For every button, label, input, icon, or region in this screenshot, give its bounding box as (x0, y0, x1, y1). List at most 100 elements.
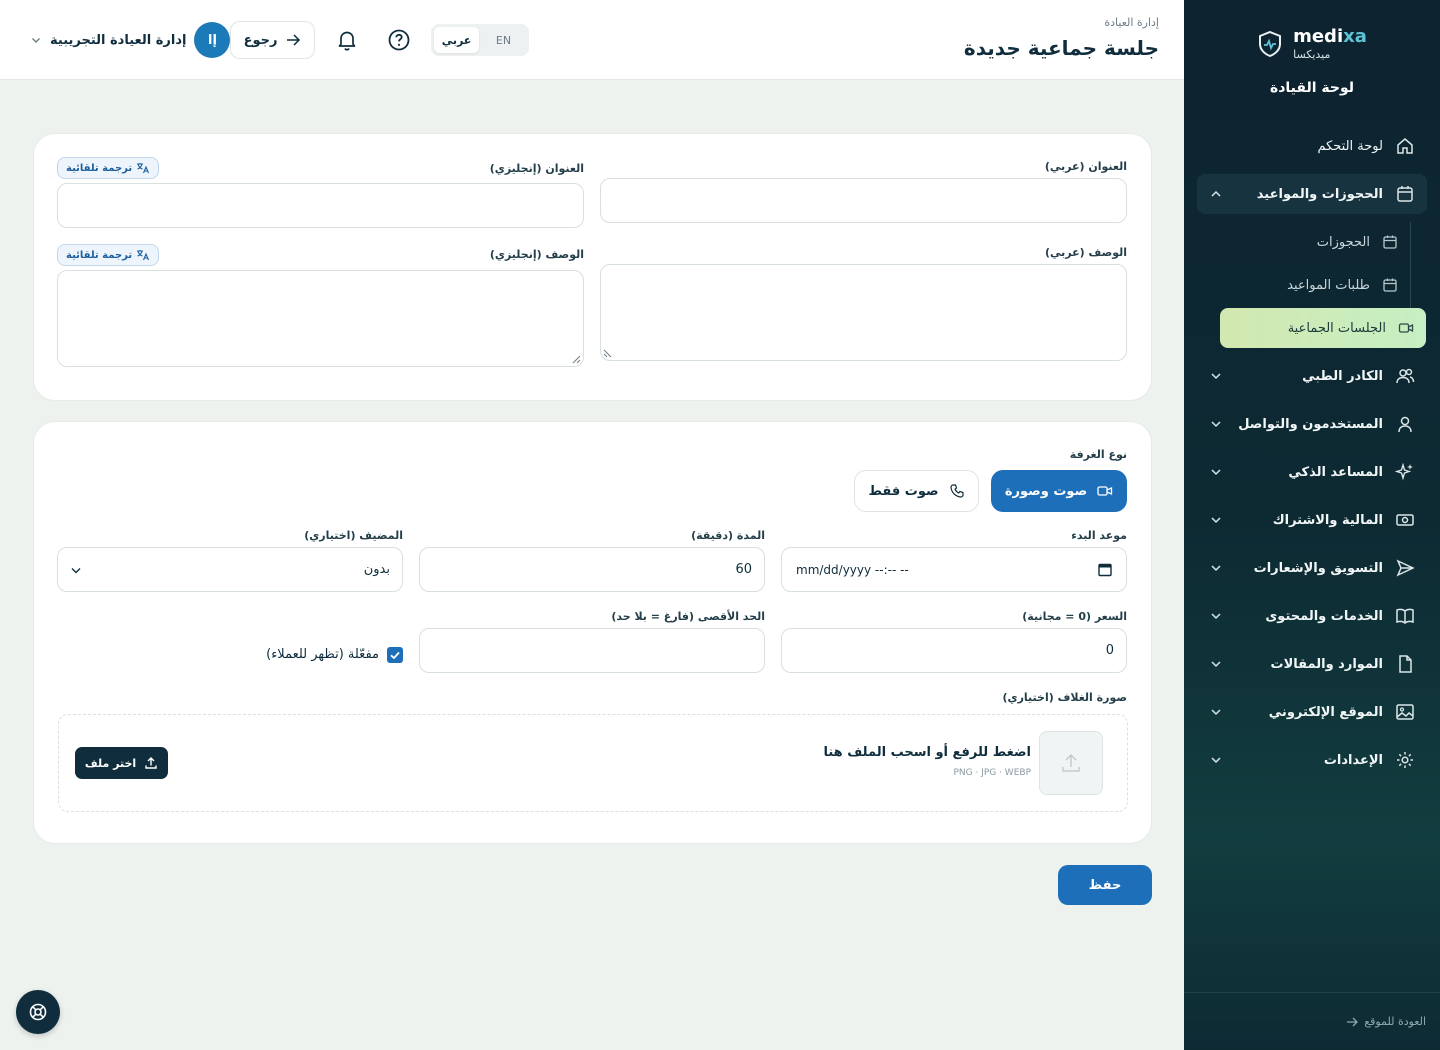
title-en-input[interactable] (57, 183, 584, 228)
upload-icon (1062, 753, 1080, 772)
start-label: موعد البدء (1071, 529, 1127, 542)
cover-dropzone[interactable]: اضغط للرفع أو اسحب الملف هنا PNG · JPG ·… (58, 714, 1128, 812)
choose-file-label: اختر ملف (84, 756, 137, 770)
sidebar-item-ai-assistant[interactable]: المساعد الذكي (1197, 452, 1427, 492)
language-switcher[interactable]: EN عربي (431, 24, 529, 56)
lang-en-option[interactable]: EN (481, 27, 526, 53)
chevron-down-icon (1211, 661, 1221, 668)
help-icon (388, 29, 410, 51)
desc-ar-label: الوصف (عربي) (1044, 246, 1127, 259)
auto-translate-desc-button[interactable]: ترجمة تلقائية (57, 244, 160, 266)
sidebar-item-label: لوحة التحكم (1317, 138, 1383, 154)
sidebar-item-label: الإعدادات (1323, 752, 1383, 768)
topbar: إدارة العيادة جلسة جماعية جديدة EN عربي … (0, 0, 1184, 80)
users-icon (1396, 368, 1415, 384)
auto-translate-label: ترجمة تلقائية (66, 249, 133, 261)
room-video-option[interactable]: صوت وصورة (991, 470, 1127, 512)
sidebar-item-settings[interactable]: الإعدادات (1197, 740, 1427, 780)
resize-handle-icon[interactable] (603, 349, 612, 358)
check-icon (390, 651, 400, 660)
chevron-down-icon (1211, 565, 1221, 572)
sidebar-item-medical-staff[interactable]: الكادر الطبي (1197, 356, 1427, 396)
title-ar-label: العنوان (عربي) (1044, 160, 1127, 173)
choose-file-button[interactable]: اختر ملف (75, 747, 168, 779)
sparkles-icon (1395, 462, 1413, 481)
desc-en-label: الوصف (إنجليزي) (489, 248, 584, 261)
host-value: بدون (363, 562, 390, 577)
breadcrumb[interactable]: إدارة العيادة (1104, 16, 1159, 29)
chevron-down-icon (71, 568, 81, 574)
notifications-button[interactable] (334, 26, 360, 54)
book-icon (1396, 608, 1414, 624)
bell-icon (338, 31, 356, 51)
back-to-site-link[interactable]: العودة للموقع (1184, 992, 1440, 1050)
brand-name-ar: ميديكسا (1293, 48, 1331, 61)
title-ar-input[interactable] (600, 178, 1127, 223)
user-icon (1398, 416, 1412, 433)
sidebar-item-users[interactable]: المستخدمون والتواصل (1197, 404, 1427, 444)
room-audio-option[interactable]: صوت فقط (854, 470, 979, 512)
chevron-down-icon (1211, 373, 1221, 380)
file-icon (1399, 655, 1412, 673)
help-button[interactable] (386, 26, 412, 54)
sidebar-subitem-label: طلبات المواعيد (1287, 277, 1370, 293)
sidebar-item-label: التسويق والإشعارات (1253, 560, 1383, 576)
user-name: إدارة العيادة التجريبية (50, 32, 187, 48)
sidebar-subitem-appointment-requests[interactable]: طلبات المواعيد (1197, 265, 1410, 305)
calendar-icon[interactable] (1098, 562, 1112, 577)
sidebar-item-label: الكادر الطبي (1302, 368, 1383, 384)
upload-title: اضغط للرفع أو اسحب الملف هنا (823, 745, 1031, 760)
accessibility-button[interactable] (16, 990, 60, 1034)
enabled-checkbox[interactable] (387, 647, 403, 663)
enabled-label[interactable]: مفعّلة (تظهر للعملاء) (266, 647, 379, 662)
sidebar-item-bookings[interactable]: الحجوزات والمواعيد (1197, 174, 1427, 214)
sidebar-title: لوحة القيادة (1269, 80, 1355, 96)
chevron-down-icon (1211, 421, 1221, 428)
chevron-up-icon (1211, 190, 1221, 197)
user-menu[interactable]: إا إدارة العيادة التجريبية (30, 22, 231, 58)
shield-pulse-icon (1259, 30, 1282, 58)
duration-input[interactable]: 60 (419, 547, 765, 592)
sidebar-subitem-group-sessions[interactable]: الجلسات الجماعية (1220, 308, 1426, 348)
resize-handle-icon[interactable] (572, 355, 581, 364)
start-datetime-input[interactable]: mm/dd/yyyy --:-- -- (781, 547, 1127, 592)
sidebar-nav: لوحة التحكم الحجوزات والمواعيد الحجوزات … (1197, 126, 1427, 788)
sidebar-item-marketing[interactable]: التسويق والإشعارات (1197, 548, 1427, 588)
sidebar-item-label: المستخدمون والتواصل (1238, 416, 1383, 432)
host-label: المضيف (اختياري) (304, 529, 403, 542)
translate-icon (137, 250, 150, 261)
gear-icon (1397, 752, 1413, 768)
host-select[interactable]: بدون (57, 547, 403, 592)
sidebar-item-label: الخدمات والمحتوى (1265, 608, 1383, 624)
sidebar-item-label: الموارد والمقالات (1270, 656, 1383, 672)
sidebar-item-finance[interactable]: المالية والاشتراك (1197, 500, 1427, 540)
chevron-down-icon (1211, 613, 1221, 620)
auto-translate-title-button[interactable]: ترجمة تلقائية (57, 157, 160, 179)
chevron-down-icon (1211, 757, 1221, 764)
back-button[interactable]: رجوع (230, 21, 315, 59)
video-icon (1097, 486, 1113, 496)
sidebar-item-services[interactable]: الخدمات والمحتوى (1197, 596, 1427, 636)
save-button[interactable]: حفظ (1058, 865, 1152, 905)
home-icon (1397, 138, 1413, 154)
max-participants-input[interactable] (419, 628, 765, 673)
duration-value: 60 (735, 562, 752, 577)
brand-logo[interactable]: medixa ميديكسا (1184, 28, 1440, 60)
price-label: السعر (0 = مجانية) (1022, 610, 1127, 623)
sidebar-item-resources[interactable]: الموارد والمقالات (1197, 644, 1427, 684)
content-card: العنوان (عربي) العنوان (إنجليزي) ترجمة ت… (33, 133, 1152, 401)
price-value: 0 (1105, 643, 1114, 658)
calendar-icon (1397, 186, 1413, 202)
room-audio-label: صوت فقط (868, 483, 939, 499)
lang-ar-option[interactable]: عربي (434, 27, 479, 53)
sidebar-item-label: المساعد الذكي (1288, 464, 1383, 480)
back-to-site-label: العودة للموقع (1364, 1015, 1426, 1028)
duration-label: المدة (دقيقة) (691, 529, 765, 542)
sidebar-item-dashboard[interactable]: لوحة التحكم (1197, 126, 1427, 166)
sidebar-subitem-bookings[interactable]: الحجوزات (1197, 222, 1410, 262)
sidebar-item-website[interactable]: الموقع الإلكتروني (1197, 692, 1427, 732)
sidebar-item-label: المالية والاشتراك (1272, 512, 1383, 528)
price-input[interactable]: 0 (781, 628, 1127, 673)
desc-ar-textarea[interactable] (600, 264, 1127, 361)
desc-en-textarea[interactable] (57, 270, 584, 367)
